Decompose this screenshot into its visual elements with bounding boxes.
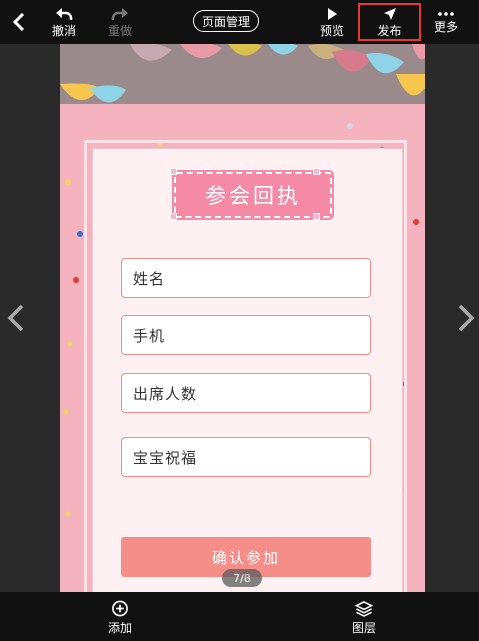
add-label: 添加	[107, 621, 132, 635]
previous-page-arrow-icon[interactable]	[4, 302, 28, 334]
name-field-placeholder: 姓名	[133, 269, 166, 288]
undo-button[interactable]: 撤消	[44, 0, 84, 44]
next-page-arrow-icon[interactable]	[454, 302, 478, 334]
attendee-count-field[interactable]: 出席人数	[121, 373, 371, 413]
page-indicator: 7/8	[222, 569, 262, 587]
badge-corner-bottom-right	[313, 213, 320, 220]
phone-field-placeholder: 手机	[133, 326, 166, 345]
layers-icon	[355, 601, 373, 617]
badge-corner-bottom-left	[170, 213, 177, 220]
chevron-left-icon	[12, 12, 25, 32]
attendee-count-placeholder: 出席人数	[133, 384, 198, 403]
publish-label: 发布	[377, 23, 402, 38]
form-title[interactable]: 参会回执	[172, 170, 334, 220]
publish-button[interactable]: 发布	[358, 3, 421, 41]
preview-button[interactable]: 预览	[312, 0, 352, 44]
confirm-attend-label: 确认参加	[211, 548, 280, 567]
baby-wishes-placeholder: 宝宝祝福	[133, 448, 198, 467]
layers-label: 图层	[351, 621, 376, 635]
bottom-toolbar: 添加 图层	[0, 592, 479, 641]
top-toolbar: 撤消 重做 页面管理 预览 发布 更多	[0, 0, 479, 44]
send-icon	[383, 7, 396, 20]
redo-icon	[111, 7, 128, 20]
plus-circle-icon	[112, 600, 128, 617]
more-button[interactable]: 更多	[428, 0, 464, 44]
undo-icon	[56, 7, 73, 20]
preview-label: 预览	[319, 23, 344, 38]
phone-field[interactable]: 手机	[121, 315, 371, 355]
baby-wishes-field[interactable]: 宝宝祝福	[121, 437, 371, 477]
badge-corner-top-left	[170, 168, 177, 175]
undo-label: 撤消	[51, 23, 76, 38]
form-title-text: 参会回执	[205, 184, 301, 208]
more-label: 更多	[433, 19, 458, 34]
redo-label: 重做	[107, 23, 132, 38]
more-dots-icon	[438, 11, 454, 16]
play-icon	[328, 7, 337, 20]
name-field[interactable]: 姓名	[121, 258, 371, 298]
badge-corner-top-right	[313, 168, 320, 175]
add-button[interactable]: 添加	[100, 600, 140, 636]
layers-button[interactable]: 图层	[344, 600, 384, 636]
redo-button[interactable]: 重做	[100, 0, 140, 44]
page-manage-button[interactable]: 页面管理	[193, 10, 259, 32]
back-button[interactable]	[6, 0, 32, 44]
